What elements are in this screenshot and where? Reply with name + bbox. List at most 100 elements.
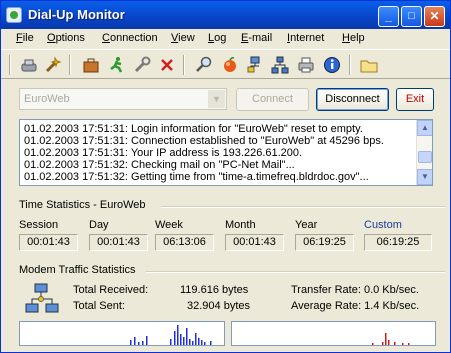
time-stats-heading: Time Statistics - EuroWeb bbox=[19, 199, 146, 211]
window-title: Dial-Up Monitor bbox=[28, 7, 125, 22]
traffic-bar bbox=[204, 342, 206, 345]
week-label: Week bbox=[155, 219, 183, 231]
log-scrollbar[interactable]: ▲ ▼ bbox=[416, 120, 432, 185]
transfer-rate: Transfer Rate: 0.0 Kb/sec. bbox=[291, 284, 419, 296]
menu-bar: File Options Connection View Log E-mail … bbox=[1, 29, 450, 49]
month-label: Month bbox=[225, 219, 256, 231]
traffic-bar bbox=[394, 342, 396, 345]
toolbar-separator bbox=[183, 55, 185, 75]
title-bar[interactable]: Dial-Up Monitor _ □ ✕ bbox=[1, 1, 450, 29]
day-time: 00:01:43 bbox=[89, 234, 148, 251]
info-icon[interactable] bbox=[322, 55, 342, 75]
close-button[interactable]: ✕ bbox=[424, 6, 445, 27]
log-list[interactable]: 01.02.2003 17:51:31: Login information f… bbox=[19, 119, 433, 186]
menu-log[interactable]: Log bbox=[208, 32, 226, 44]
traffic-bar bbox=[189, 339, 191, 345]
sent-label: Total Sent: bbox=[73, 300, 125, 312]
log-line: 01.02.2003 17:51:32: Getting time from "… bbox=[24, 171, 369, 183]
traffic-bar bbox=[198, 338, 200, 345]
toolbar-separator bbox=[69, 55, 71, 75]
traffic-bar bbox=[195, 333, 197, 345]
year-label: Year bbox=[295, 219, 318, 231]
traffic-bar bbox=[408, 343, 410, 345]
scroll-thumb[interactable] bbox=[418, 151, 432, 163]
menu-internet[interactable]: Internet bbox=[287, 32, 324, 44]
divider bbox=[161, 206, 445, 208]
app-window: Dial-Up Monitor _ □ ✕ File Options Conne… bbox=[0, 0, 451, 353]
traffic-bar bbox=[201, 340, 203, 345]
wizard-icon[interactable] bbox=[43, 55, 63, 75]
traffic-bar bbox=[183, 337, 185, 345]
menu-view[interactable]: View bbox=[171, 32, 195, 44]
traffic-bar bbox=[180, 334, 182, 345]
menu-help[interactable]: Help bbox=[342, 32, 365, 44]
toolbar-separator bbox=[349, 55, 351, 75]
traffic-bar bbox=[142, 341, 144, 345]
exit-button[interactable]: Exit bbox=[396, 88, 434, 111]
traffic-bar bbox=[210, 341, 212, 345]
menu-options[interactable]: Options bbox=[47, 32, 85, 44]
traffic-bar bbox=[192, 341, 194, 345]
log-line: 01.02.2003 17:51:31: Connection establis… bbox=[24, 135, 384, 147]
lan-icon[interactable] bbox=[270, 55, 290, 75]
chevron-down-icon[interactable]: ▼ bbox=[208, 90, 225, 108]
traffic-bar bbox=[388, 340, 390, 345]
received-value: 119.616 bytes bbox=[180, 284, 249, 296]
divider bbox=[146, 271, 445, 273]
traffic-bar bbox=[130, 340, 132, 345]
network-computers-icon bbox=[25, 283, 59, 317]
log-line: 01.02.2003 17:51:31: Your IP address is … bbox=[24, 147, 303, 159]
log-line: 01.02.2003 17:51:31: Login information f… bbox=[24, 123, 363, 135]
briefcase-icon[interactable] bbox=[81, 55, 101, 75]
traffic-bar bbox=[372, 343, 374, 345]
day-label: Day bbox=[89, 219, 109, 231]
week-time: 06:13:06 bbox=[155, 234, 214, 251]
tools-icon[interactable] bbox=[132, 55, 152, 75]
year-time: 06:19:25 bbox=[295, 234, 354, 251]
traffic-bar bbox=[186, 328, 188, 345]
network-icon[interactable] bbox=[245, 55, 265, 75]
menu-connection[interactable]: Connection bbox=[102, 32, 158, 44]
traffic-bar bbox=[402, 343, 404, 345]
scroll-up-icon[interactable]: ▲ bbox=[417, 120, 432, 136]
connect-button[interactable]: Connect bbox=[236, 88, 309, 111]
minimize-button[interactable]: _ bbox=[378, 6, 399, 27]
received-graph-svg bbox=[130, 325, 212, 345]
session-label: Session bbox=[19, 219, 59, 231]
search-icon[interactable] bbox=[194, 55, 214, 75]
custom-time: 06:19:25 bbox=[364, 234, 432, 251]
session-time: 00:01:43 bbox=[19, 234, 78, 251]
connection-select[interactable]: EuroWeb ▼ bbox=[19, 88, 227, 110]
printer-icon[interactable] bbox=[296, 55, 316, 75]
received-graph bbox=[19, 321, 225, 346]
month-time: 00:01:43 bbox=[225, 234, 284, 251]
log-line: 01.02.2003 17:51:32: Checking mail on "P… bbox=[24, 159, 295, 171]
fireball-icon[interactable] bbox=[220, 55, 240, 75]
sent-graph-svg bbox=[372, 333, 410, 345]
toolbar bbox=[1, 49, 450, 79]
traffic-bar bbox=[146, 336, 148, 345]
traffic-bar bbox=[385, 333, 387, 345]
custom-link[interactable]: Custom bbox=[364, 219, 402, 231]
maximize-button[interactable]: □ bbox=[401, 6, 422, 27]
delete-icon[interactable] bbox=[157, 55, 177, 75]
connection-select-value: EuroWeb bbox=[24, 93, 70, 105]
traffic-bar bbox=[174, 331, 176, 345]
sent-graph bbox=[231, 321, 436, 346]
run-icon[interactable] bbox=[107, 55, 127, 75]
menu-file[interactable]: File bbox=[16, 32, 34, 44]
traffic-bar bbox=[138, 342, 140, 345]
sent-value: 32.904 bytes bbox=[187, 300, 250, 312]
traffic-bar bbox=[177, 325, 179, 345]
received-label: Total Received: bbox=[73, 284, 149, 296]
traffic-heading: Modem Traffic Statistics bbox=[19, 264, 136, 276]
disconnect-button[interactable]: Disconnect bbox=[316, 88, 389, 111]
folder-icon[interactable] bbox=[359, 55, 379, 75]
app-icon[interactable] bbox=[6, 7, 22, 23]
scroll-down-icon[interactable]: ▼ bbox=[417, 169, 432, 185]
connection-properties-icon[interactable] bbox=[19, 55, 39, 75]
average-rate: Average Rate: 1.4 Kb/sec. bbox=[291, 300, 420, 312]
menu-email[interactable]: E-mail bbox=[241, 32, 272, 44]
traffic-bar bbox=[170, 339, 172, 345]
traffic-bar bbox=[134, 337, 136, 345]
